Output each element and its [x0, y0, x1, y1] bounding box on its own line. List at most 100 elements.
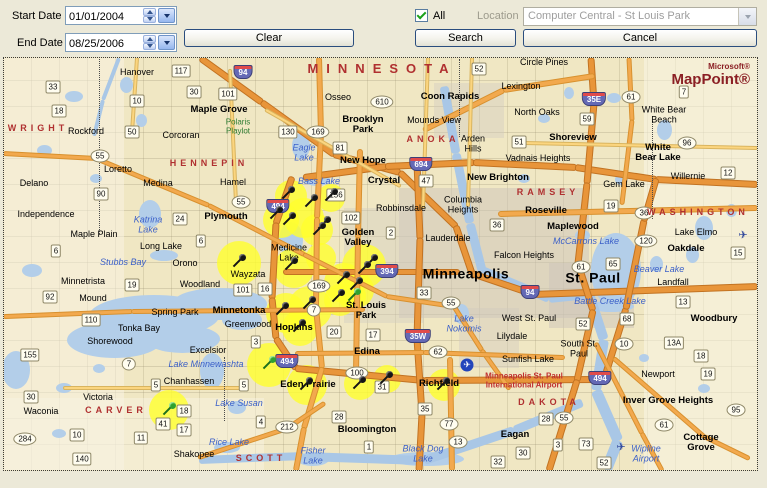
map-label: Minnetrista — [60, 276, 106, 287]
cancel-button[interactable]: Cancel — [523, 29, 757, 47]
airport-icon: ✈ — [460, 358, 474, 372]
map-label: Woodbury — [690, 312, 738, 324]
road-segment — [627, 58, 634, 121]
pushpin[interactable] — [232, 254, 246, 268]
route-shield: 33 — [416, 286, 432, 300]
route-shield: 117 — [171, 64, 191, 78]
start-date-spinner[interactable] — [143, 8, 156, 23]
pushpin[interactable] — [292, 319, 306, 333]
pushpin[interactable] — [299, 377, 313, 391]
route-shield: 12 — [720, 166, 736, 180]
map-label: White Bear Lake — [635, 141, 681, 163]
pushpin[interactable] — [331, 289, 345, 303]
route-shield: 169 — [306, 125, 330, 139]
route-shield: 52 — [596, 456, 612, 470]
spin-down-icon[interactable] — [143, 15, 156, 23]
route-shield: 2 — [385, 226, 397, 240]
spin-up-icon[interactable] — [143, 35, 156, 43]
pushpin[interactable] — [281, 186, 295, 200]
route-shield: 610 — [370, 95, 394, 109]
pushpin[interactable] — [302, 296, 316, 310]
end-date-dropdown-icon[interactable] — [158, 35, 175, 50]
route-shield: 6 — [50, 244, 62, 258]
map-label: Loretto — [103, 164, 133, 175]
map-label: Oakdale — [667, 242, 705, 254]
interstate-shield: 494 — [588, 371, 612, 385]
route-shield: 61 — [654, 418, 674, 432]
route-shield: 20 — [326, 325, 342, 339]
pushpin[interactable] — [357, 261, 371, 275]
route-shield: 6 — [195, 234, 207, 248]
end-date-field[interactable] — [65, 33, 177, 52]
pushpin[interactable] — [282, 212, 296, 226]
spin-up-icon[interactable] — [143, 8, 156, 16]
river-segment — [590, 387, 624, 443]
map-label: Fisher Lake — [300, 445, 326, 465]
route-shield: 16 — [257, 282, 273, 296]
lake-shape — [564, 87, 574, 99]
route-shield: 10 — [129, 94, 145, 108]
microsoft-brand-text: Microsoft® — [708, 62, 750, 71]
start-date-dropdown-icon[interactable] — [158, 8, 175, 23]
all-checkbox-label: All — [433, 10, 446, 22]
pushpin-green[interactable] — [262, 356, 276, 370]
pushpin[interactable] — [312, 222, 326, 236]
route-shield: 10 — [614, 337, 634, 351]
pushpin[interactable] — [284, 257, 298, 271]
pushpin[interactable] — [304, 194, 318, 208]
lake-shape — [65, 90, 83, 102]
interstate-shield: 494 — [275, 354, 299, 368]
map-label: Hamel — [219, 177, 247, 188]
pushpin-green[interactable] — [347, 288, 361, 302]
pushpin[interactable] — [324, 188, 338, 202]
route-shield: 18 — [176, 404, 192, 418]
route-shield: 17 — [176, 423, 192, 437]
map-canvas[interactable]: Microsoft® MapPoint® 117 33 18 10 30 101 50 90 5… — [3, 57, 758, 471]
route-shield: 50 — [124, 125, 140, 139]
map-label: RAMSEY — [516, 187, 580, 198]
search-button[interactable]: Search — [415, 29, 516, 47]
route-shield: 61 — [621, 90, 641, 104]
end-date-input[interactable] — [66, 34, 143, 51]
map-label: New Hope — [340, 154, 386, 166]
end-date-label: End Date — [17, 37, 63, 49]
road-segment — [594, 342, 644, 434]
airport-icon: ✈ — [738, 229, 748, 242]
pushpin[interactable] — [269, 206, 283, 220]
route-shield: 7 — [121, 357, 137, 371]
route-shield: 28 — [538, 412, 554, 426]
map-label: Rice Lake — [208, 437, 250, 448]
end-date-spinner[interactable] — [143, 35, 156, 50]
lake-shape — [52, 428, 66, 438]
chevron-down-icon — [738, 8, 756, 25]
route-shield: 18 — [51, 104, 67, 118]
route-shield: 110 — [81, 313, 101, 327]
pushpin[interactable] — [352, 376, 366, 390]
start-date-input[interactable] — [66, 7, 143, 24]
map-label: Plymouth — [204, 210, 248, 222]
route-shield: 11 — [133, 431, 149, 445]
pushpin[interactable] — [336, 271, 350, 285]
interstate-shield: 94 — [520, 285, 540, 299]
clear-button[interactable]: Clear — [184, 29, 354, 47]
route-shield: 3 — [250, 335, 262, 349]
route-shield: 52 — [575, 317, 591, 331]
map-label: SCOTT — [235, 453, 287, 464]
all-checkbox[interactable] — [415, 9, 428, 22]
pushpin[interactable] — [379, 371, 393, 385]
spin-down-icon[interactable] — [143, 42, 156, 50]
map-label: Orono — [172, 258, 198, 269]
map-label: Spring Park — [151, 307, 199, 318]
map-label: South St. Paul — [560, 338, 598, 358]
map-label: Crystal — [367, 174, 401, 186]
mappoint-product-text: MapPoint® — [671, 71, 750, 88]
location-dropdown: Computer Central - St Louis Park — [523, 7, 757, 26]
start-date-field[interactable] — [65, 6, 177, 25]
pushpin[interactable] — [436, 377, 450, 391]
pushpin[interactable] — [275, 302, 289, 316]
map-label: Falcon Heights — [493, 250, 555, 261]
map-label: WRIGHT — [7, 123, 69, 134]
route-shield: 35 — [417, 402, 433, 416]
map-label: Landfall — [657, 277, 689, 288]
pushpin-green[interactable] — [162, 402, 176, 416]
